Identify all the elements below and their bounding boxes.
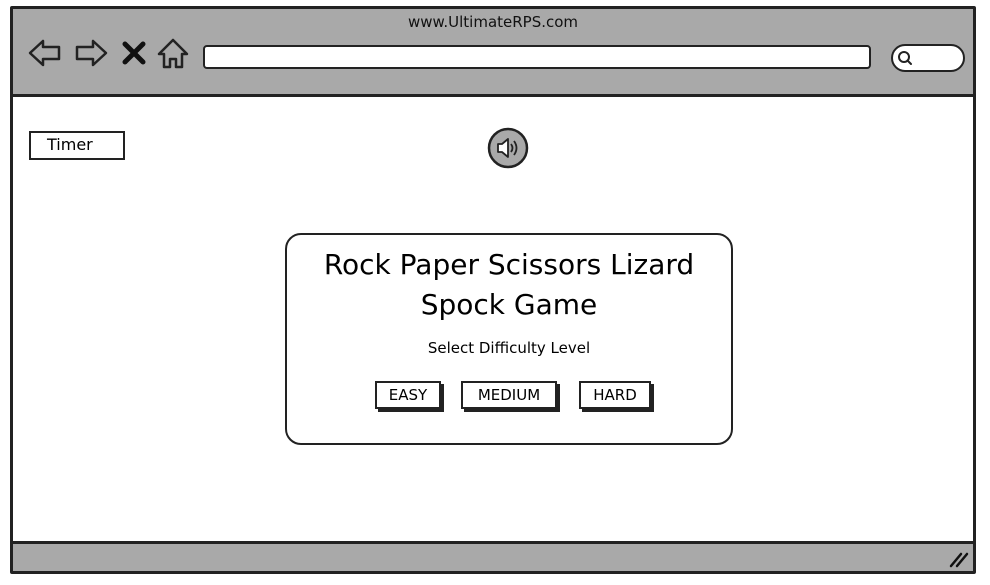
difficulty-modal: Rock Paper Scissors Lizard Spock Game Se… [285, 233, 733, 445]
forward-arrow-icon[interactable] [73, 35, 109, 71]
browser-window: www.UltimateRPS.com Timer Rock Paper Sci… [10, 6, 976, 574]
status-bar [13, 541, 973, 571]
close-x-icon[interactable] [119, 35, 149, 71]
search-icon [898, 51, 912, 65]
game-title-line-1: Rock Paper Scissors Lizard [323, 248, 695, 281]
hard-button[interactable]: HARD [579, 381, 651, 409]
url-title: www.UltimateRPS.com [407, 13, 579, 31]
game-title: Rock Paper Scissors Lizard Spock Game [287, 245, 731, 325]
easy-button[interactable]: EASY [375, 381, 441, 409]
address-bar[interactable] [203, 45, 871, 69]
search-box[interactable] [891, 44, 965, 72]
game-title-line-2: Spock Game [420, 288, 598, 321]
page-content: Timer Rock Paper Scissors Lizard Spock G… [13, 97, 973, 545]
browser-chrome: www.UltimateRPS.com [13, 9, 973, 97]
back-arrow-icon[interactable] [27, 35, 63, 71]
timer-display: Timer [29, 131, 125, 160]
home-icon[interactable] [155, 35, 191, 71]
medium-button[interactable]: MEDIUM [461, 381, 557, 409]
difficulty-prompt: Select Difficulty Level [427, 339, 591, 357]
speaker-icon[interactable] [487, 127, 529, 169]
resize-handle-icon[interactable] [947, 550, 969, 568]
